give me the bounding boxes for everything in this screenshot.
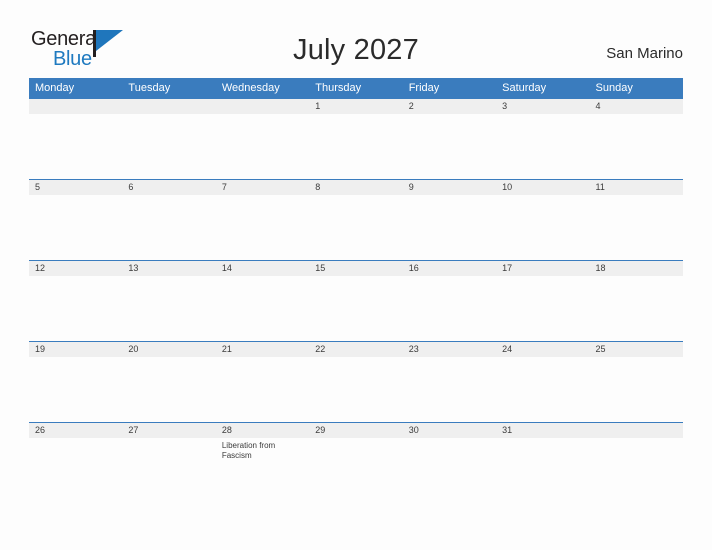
region-label: San Marino xyxy=(606,45,683,62)
day-number: 11 xyxy=(595,182,605,192)
calendar-day-cell[interactable]: 26 xyxy=(29,423,122,503)
weekday-header-monday: Monday xyxy=(35,82,75,94)
calendar-day-cell[interactable]: 24 xyxy=(496,342,589,422)
calendar-day-cell[interactable]: 5 xyxy=(29,180,122,260)
calendar-day-cell[interactable] xyxy=(29,99,122,179)
day-number: 29 xyxy=(315,425,326,435)
day-number: 3 xyxy=(502,101,508,111)
calendar-day-cell[interactable]: 25 xyxy=(590,342,683,422)
calendar-day-cell[interactable]: 6 xyxy=(122,180,215,260)
calendar-day-cell[interactable]: 31 xyxy=(496,423,589,503)
calendar-day-cell[interactable]: 11 xyxy=(590,180,683,260)
day-number: 27 xyxy=(128,425,139,435)
day-number: 6 xyxy=(128,182,134,192)
calendar-day-cell[interactable]: 23 xyxy=(403,342,496,422)
day-number: 28 xyxy=(221,425,232,435)
day-event: Liberation from Fascism xyxy=(221,441,276,460)
day-number: 2 xyxy=(408,101,414,111)
weekday-header-saturday: Saturday xyxy=(502,82,547,94)
day-number: 30 xyxy=(408,425,419,435)
weekday-header-tuesday: Tuesday xyxy=(128,82,171,94)
day-number: 14 xyxy=(221,263,232,273)
calendar-day-cell[interactable] xyxy=(216,99,309,179)
calendar-day-cell[interactable]: 9 xyxy=(403,180,496,260)
calendar-day-cell[interactable]: 8 xyxy=(309,180,402,260)
calendar-day-cell[interactable]: 22 xyxy=(309,342,402,422)
page-header: General Blue July 2027 San Marino xyxy=(0,0,712,78)
calendar-day-cell[interactable]: 17 xyxy=(496,261,589,341)
day-number: 16 xyxy=(408,263,419,273)
day-number: 25 xyxy=(595,344,606,354)
calendar-day-cell[interactable]: 29 xyxy=(309,423,402,503)
calendar-day-cell[interactable]: 20 xyxy=(122,342,215,422)
weekday-header-wednesday: Wednesday xyxy=(221,82,280,94)
day-number: 10 xyxy=(502,182,513,192)
day-number: 5 xyxy=(35,182,41,192)
day-number: 31 xyxy=(502,425,513,435)
day-number: 4 xyxy=(595,101,601,111)
day-number: 20 xyxy=(128,344,139,354)
day-number: 7 xyxy=(221,182,227,192)
calendar-week-row: 5 6 7 8 9 10 11 xyxy=(29,179,683,260)
calendar-day-cell[interactable] xyxy=(590,423,683,503)
calendar-week-row: 1 2 3 4 xyxy=(29,98,683,179)
page-title: July 2027 xyxy=(293,34,419,66)
calendar-day-cell[interactable]: 21 xyxy=(216,342,309,422)
weekday-header-friday: Friday xyxy=(408,82,440,94)
day-number: 8 xyxy=(315,182,321,192)
calendar-grid: Monday Tuesday Wednesday Thursday Friday… xyxy=(29,78,683,503)
calendar-day-cell[interactable]: 4 xyxy=(590,99,683,179)
calendar-day-cell[interactable]: 27 xyxy=(122,423,215,503)
day-number: 18 xyxy=(595,263,606,273)
day-number: 21 xyxy=(221,344,232,354)
day-number: 1 xyxy=(315,101,321,111)
calendar-day-cell[interactable]: 12 xyxy=(29,261,122,341)
calendar-day-cell[interactable] xyxy=(122,99,215,179)
day-number: 24 xyxy=(502,344,513,354)
calendar-day-cell[interactable]: 28 Liberation from Fascism xyxy=(216,423,309,503)
day-number: 19 xyxy=(35,344,46,354)
calendar-day-cell[interactable]: 16 xyxy=(403,261,496,341)
calendar-week-row: 19 20 21 22 23 24 25 xyxy=(29,341,683,422)
calendar-day-cell[interactable]: 7 xyxy=(216,180,309,260)
day-number: 9 xyxy=(408,182,414,192)
calendar-day-cell[interactable]: 2 xyxy=(403,99,496,179)
calendar-day-cell[interactable]: 30 xyxy=(403,423,496,503)
weekday-header-thursday: Thursday xyxy=(315,82,362,94)
day-number: 23 xyxy=(408,344,419,354)
calendar-day-cell[interactable]: 19 xyxy=(29,342,122,422)
calendar-day-cell[interactable]: 18 xyxy=(590,261,683,341)
calendar-day-cell[interactable]: 3 xyxy=(496,99,589,179)
calendar-week-row: 12 13 14 15 16 17 18 xyxy=(29,260,683,341)
calendar-day-cell[interactable]: 13 xyxy=(122,261,215,341)
calendar-day-cell[interactable]: 1 xyxy=(309,99,402,179)
weekday-header-sunday: Sunday xyxy=(595,82,633,94)
calendar-day-cell[interactable]: 15 xyxy=(309,261,402,341)
day-number: 15 xyxy=(315,263,326,273)
calendar-day-cell[interactable]: 10 xyxy=(496,180,589,260)
day-number: 12 xyxy=(35,263,46,273)
weekday-header-row: Monday Tuesday Wednesday Thursday Friday… xyxy=(29,78,683,98)
day-number: 13 xyxy=(128,263,139,273)
day-number: 22 xyxy=(315,344,326,354)
calendar-day-cell[interactable]: 14 xyxy=(216,261,309,341)
day-number: 26 xyxy=(35,425,46,435)
calendar-week-row: 26 27 28 Liberation from Fascism 29 30 3… xyxy=(29,422,683,503)
day-number: 17 xyxy=(502,263,513,273)
